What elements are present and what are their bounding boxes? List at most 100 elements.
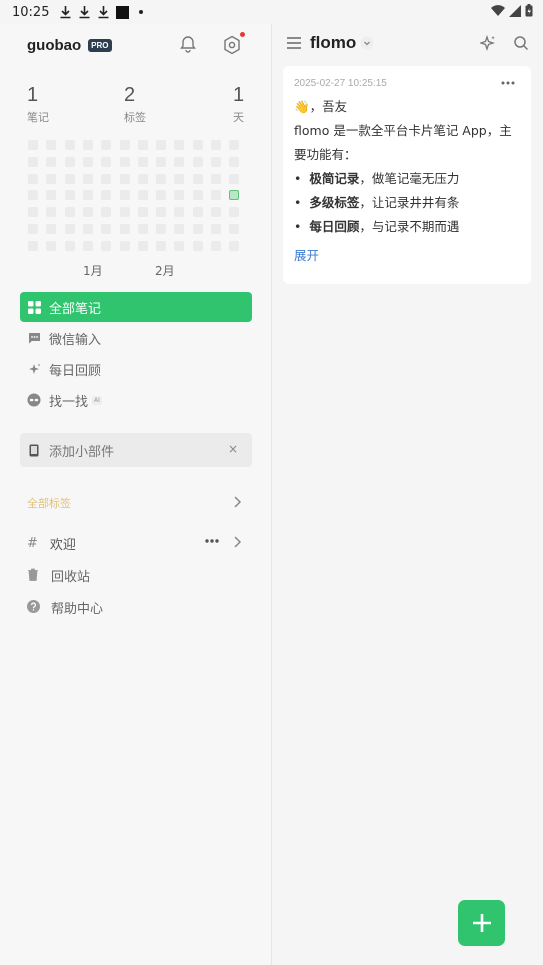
help-icon [27,600,41,614]
menu-icon[interactable] [286,36,302,50]
hash-icon: # [27,535,38,551]
heatmap-cell [119,240,130,251]
stat-days: 1 天 [233,84,244,125]
heatmap-cell [82,173,93,184]
chat-icon [27,331,41,345]
note-card[interactable]: 2025-02-27 10:25:15 👋，吾友 flomo 是一款全平台卡片笔… [283,66,531,284]
heatmap-cell [174,173,185,184]
help-item[interactable]: 帮助中心 [27,597,227,617]
heatmap-cell [119,156,130,167]
more-options-icon[interactable] [501,80,515,86]
month-label: 2月 [155,264,175,278]
bullet-text: ，让记录井井有条 [359,195,460,210]
search-icon[interactable] [513,35,529,51]
stat-value: 1 [233,84,245,106]
heatmap-cell [28,140,38,150]
month-label: 1月 [83,264,103,278]
note-date: 2025-02-27 10:25:15 [294,78,387,89]
heatmap-cell [211,156,221,167]
heatmap-cell [28,190,38,201]
sidebar: guobao PRO 1 笔记 2 标签 1 天 1月 2月 全部笔记 微信输入… [0,24,271,965]
heatmap-cell [46,173,57,184]
bullet-text: ，与记录不期而遇 [359,219,460,234]
chevron-down-icon[interactable] [360,36,374,50]
tag-label: 欢迎 [49,537,76,553]
heatmap-cell [64,207,75,218]
heatmap-cell [64,173,75,184]
heatmap-cell [229,207,240,218]
heatmap-cell [229,240,240,251]
chevron-right-icon[interactable] [232,535,242,549]
download-icon [79,6,90,19]
bell-icon[interactable] [178,34,198,54]
phone-icon [29,444,39,456]
note-bullet: • 极简记录 ，做笔记毫无压力 [294,167,520,191]
nav-all-notes[interactable]: 全部笔记 [20,292,252,322]
heatmap-cell [119,190,130,201]
heatmap-cell [119,140,130,150]
heatmap-cell [229,224,240,234]
heatmap-cell [119,173,130,184]
stat-value: 1 [27,84,39,106]
heatmap-cell [101,190,112,201]
heatmap-cell [192,140,203,150]
heatmap-cell [119,224,130,234]
heatmap-cell [64,156,75,167]
new-note-button[interactable] [458,900,505,946]
heatmap-cell [82,224,93,234]
sparkle-icon[interactable] [480,35,496,51]
heatmap-cell [28,240,38,251]
user-header: guobao PRO [27,32,257,56]
heatmap-cell [101,173,112,184]
heatmap-cell [137,224,148,234]
ai-tag: AI [92,395,102,405]
heatmap-cell [192,224,203,234]
heatmap-cell [174,207,185,218]
nav-find[interactable]: 找一找 AI [20,385,252,415]
trash-item[interactable]: 回收站 [27,565,227,585]
status-bar: 10:25 [0,0,543,24]
more-options-icon[interactable] [204,534,220,548]
heatmap-cell [82,190,93,201]
nav-label: 微信输入 [49,332,102,348]
heatmap-cell [192,190,203,201]
settings-icon[interactable] [221,34,243,56]
add-widget-banner[interactable]: 添加小部件 × [20,433,252,467]
heatmap-cell [46,207,57,218]
nav-wechat-input[interactable]: 微信输入 [20,323,252,353]
heatmap-cell [28,156,38,167]
help-label: 帮助中心 [51,601,104,617]
heatmap-cell [101,207,112,218]
app-title[interactable]: flomo [310,33,356,53]
trash-label: 回收站 [51,569,91,585]
tags-header-label: 全部标签 [27,497,71,510]
heatmap-cell [119,207,130,218]
download-icon [98,6,109,19]
nav-daily-review[interactable]: 每日回顾 [20,354,252,384]
heatmap-cell [137,173,148,184]
username[interactable]: guobao [27,37,81,54]
heatmap-cell [211,190,221,201]
widget-label: 添加小部件 [49,444,115,460]
heatmap-cell [64,240,75,251]
heatmap-cell [156,140,167,150]
all-tags-header[interactable]: 全部标签 [27,495,247,513]
expand-link[interactable]: 展开 [294,245,520,264]
trash-icon [27,568,41,582]
main-topbar: flomo [272,24,543,64]
heatmap-cell [211,224,221,234]
bullet-bold: 每日回顾 [309,219,360,234]
heatmap-cell [46,156,57,167]
notification-square-icon [116,5,130,19]
heatmap-cell [64,190,75,201]
heatmap-cell [156,190,167,201]
close-widget-button[interactable]: × [228,442,238,456]
stat-value: 2 [124,84,136,106]
heatmap-cell [229,173,240,184]
tag-item[interactable]: # 欢迎 [27,532,247,554]
heatmap-cell [137,240,148,251]
heatmap-cell [46,240,57,251]
heatmap-cell [82,140,93,150]
heatmap-cell [82,207,93,218]
heatmap-cell [192,173,203,184]
